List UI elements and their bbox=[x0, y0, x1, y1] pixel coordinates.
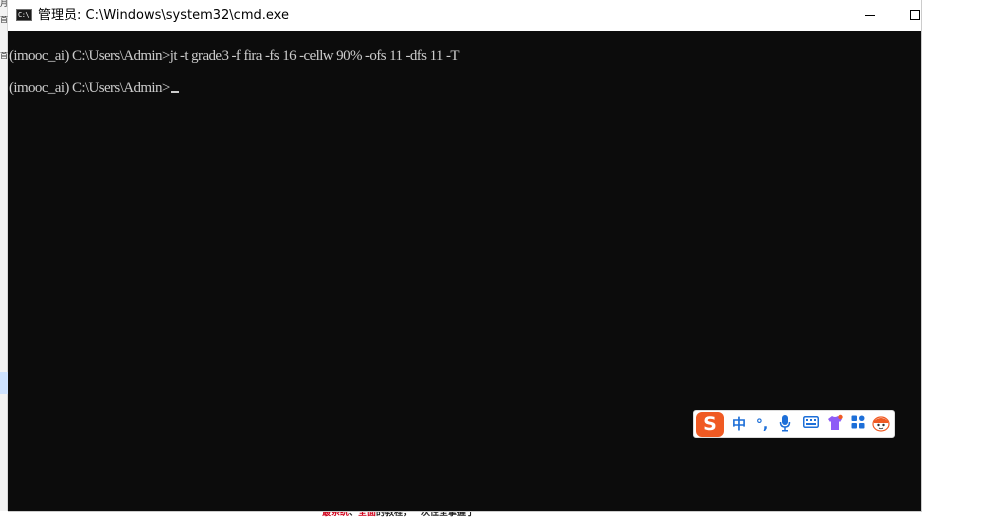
background-glyph: 月 bbox=[0, 0, 8, 8]
keyboard-icon[interactable] bbox=[801, 414, 821, 436]
background-glyph: 首 bbox=[0, 16, 8, 24]
ime-chinese-mode-toggle[interactable]: 中 bbox=[730, 414, 748, 436]
toolbox-grid-icon-svg bbox=[851, 415, 865, 429]
text-cursor bbox=[170, 91, 179, 93]
skin-shirt-icon-svg bbox=[828, 414, 843, 430]
cmd-app-icon-text: C:\ bbox=[18, 11, 30, 19]
microphone-icon[interactable] bbox=[777, 414, 793, 436]
console-prompt-line[interactable]: (imooc_ai) C:\Users\Admin> bbox=[9, 79, 179, 97]
minimize-button[interactable] bbox=[863, 8, 877, 22]
cmd-app-icon[interactable]: C:\ bbox=[16, 9, 32, 21]
background-window-edge: 月 首 首 bbox=[0, 0, 8, 519]
maximize-button[interactable] bbox=[910, 10, 920, 20]
title-bar[interactable]: C:\ 管理员: C:\Windows\system32\cmd.exe bbox=[8, 0, 921, 31]
background-page-bottom bbox=[0, 511, 993, 519]
background-selected-row bbox=[0, 372, 8, 394]
skin-shirt-icon[interactable] bbox=[825, 414, 845, 436]
microphone-icon-svg bbox=[779, 415, 791, 432]
background-glyph: 首 bbox=[0, 52, 8, 60]
sogou-mascot-icon[interactable] bbox=[871, 414, 891, 436]
console-line: (imooc_ai) C:\Users\Admin>jt -t grade3 -… bbox=[9, 48, 460, 64]
window-title: 管理员: C:\Windows\system32\cmd.exe bbox=[38, 8, 289, 23]
ime-toolbar[interactable]: S 中 °, bbox=[693, 410, 895, 438]
ime-punctuation-toggle[interactable]: °, bbox=[754, 414, 770, 436]
sogou-mascot-icon-svg bbox=[872, 416, 890, 432]
console-prompt: (imooc_ai) C:\Users\Admin> bbox=[9, 80, 170, 96]
sogou-logo-icon[interactable]: S bbox=[696, 412, 724, 437]
toolbox-grid-icon[interactable] bbox=[849, 414, 867, 436]
console-output[interactable]: (imooc_ai) C:\Users\Admin>jt -t grade3 -… bbox=[8, 31, 921, 511]
keyboard-icon-svg bbox=[803, 416, 819, 428]
